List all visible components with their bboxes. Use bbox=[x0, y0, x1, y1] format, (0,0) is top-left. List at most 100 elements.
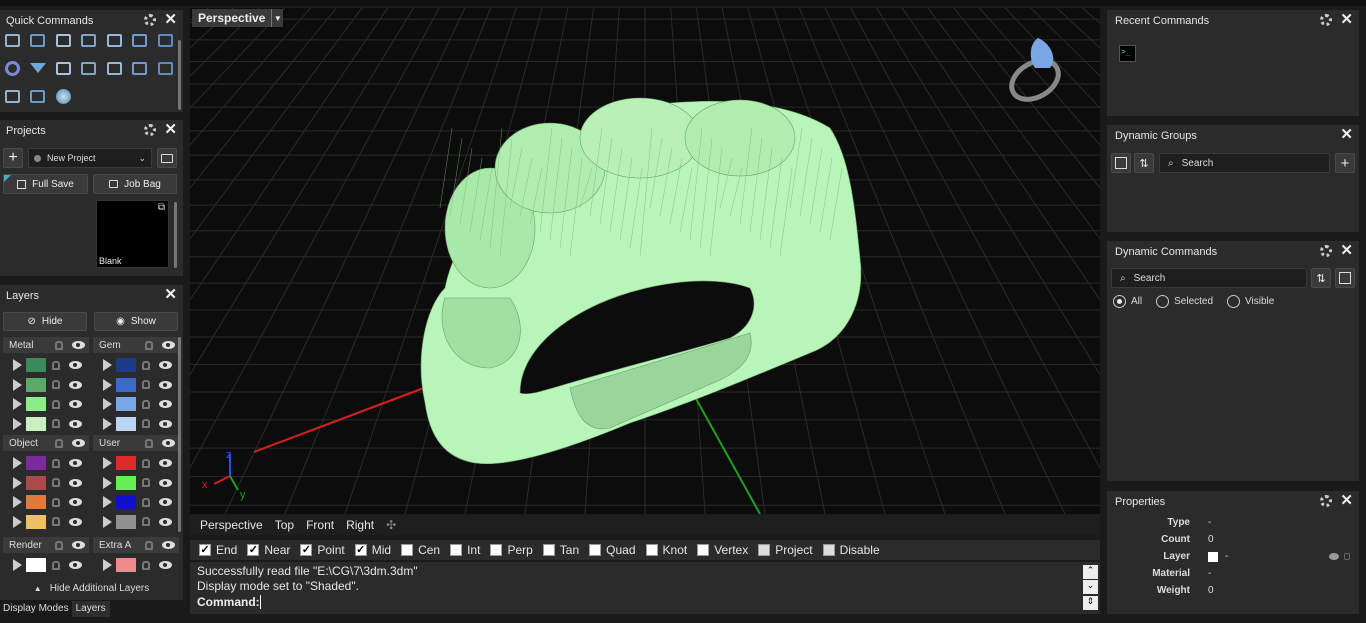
hide-layers-button[interactable]: ⊘ Hide bbox=[3, 312, 87, 331]
checkbox-icon[interactable] bbox=[401, 544, 414, 556]
eye-icon[interactable] bbox=[162, 541, 175, 549]
layer-row[interactable] bbox=[3, 356, 89, 374]
snap-perp[interactable]: Perp bbox=[490, 543, 533, 557]
prong-icon[interactable] bbox=[155, 58, 175, 78]
curve-icon[interactable] bbox=[79, 58, 99, 78]
eye-icon[interactable] bbox=[72, 541, 85, 549]
expand-arrow-icon[interactable] bbox=[103, 496, 112, 508]
command-console[interactable]: Successfully read file "E:\CG\7\3dm.3dm"… bbox=[190, 562, 1100, 614]
lock-icon[interactable] bbox=[52, 399, 60, 409]
lock-icon[interactable] bbox=[52, 517, 60, 526]
add-group-button[interactable]: + bbox=[1335, 153, 1355, 173]
eye-icon[interactable] bbox=[69, 498, 82, 506]
layer-row[interactable] bbox=[93, 513, 179, 531]
expand-arrow-icon[interactable] bbox=[13, 559, 22, 571]
expand-arrow-icon[interactable] bbox=[13, 378, 22, 391]
lock-icon[interactable] bbox=[52, 478, 60, 487]
ring-icon[interactable] bbox=[2, 58, 22, 78]
layer-row[interactable] bbox=[93, 454, 179, 472]
filter-all[interactable]: All bbox=[1113, 295, 1142, 308]
spray-icon[interactable] bbox=[53, 58, 73, 78]
eye-icon[interactable] bbox=[69, 361, 82, 369]
eye-icon[interactable] bbox=[1329, 553, 1339, 560]
layer-color-swatch[interactable] bbox=[116, 495, 136, 509]
lock-icon[interactable] bbox=[52, 360, 60, 370]
sort-button[interactable]: ⇅ bbox=[1134, 153, 1154, 173]
layer-group-header[interactable]: Render bbox=[3, 537, 89, 553]
layer-row[interactable] bbox=[93, 356, 179, 374]
eye-icon[interactable] bbox=[159, 517, 172, 526]
expand-arrow-icon[interactable] bbox=[103, 417, 112, 430]
snap-disable[interactable]: Disable bbox=[822, 543, 880, 557]
close-icon[interactable]: ✕ bbox=[1340, 127, 1353, 142]
layer-color-swatch[interactable] bbox=[26, 377, 46, 392]
lock-icon[interactable] bbox=[52, 497, 60, 507]
gear-icon[interactable] bbox=[144, 124, 157, 136]
layer-row[interactable] bbox=[93, 556, 179, 574]
full-save-button[interactable]: Full Save bbox=[3, 174, 88, 194]
lock-icon[interactable] bbox=[145, 540, 153, 550]
expand-button[interactable]: ⇕ bbox=[1083, 596, 1098, 610]
checkbox-icon[interactable] bbox=[822, 544, 835, 556]
eye-icon[interactable] bbox=[69, 400, 82, 408]
tab-right[interactable]: Right bbox=[340, 518, 380, 532]
bead-icon[interactable] bbox=[130, 58, 150, 78]
snap-mid[interactable]: ✓ Mid bbox=[354, 543, 391, 557]
gem-icon[interactable] bbox=[28, 58, 48, 78]
layer-row[interactable] bbox=[3, 513, 89, 531]
checkbox-icon[interactable]: ✓ bbox=[300, 544, 313, 556]
gear-icon[interactable] bbox=[144, 14, 157, 26]
eye-icon[interactable] bbox=[162, 341, 175, 349]
layer-group-header[interactable]: Metal bbox=[3, 337, 89, 353]
dynamic-groups-search-input[interactable]: ⌕ Search bbox=[1159, 153, 1330, 173]
layer-group-header[interactable]: Extra A bbox=[93, 537, 179, 553]
add-viewport-icon[interactable]: ✣ bbox=[380, 518, 402, 532]
eye-icon[interactable] bbox=[69, 561, 82, 569]
layer-row[interactable] bbox=[3, 454, 89, 472]
layer-row[interactable] bbox=[93, 376, 179, 394]
eye-icon[interactable] bbox=[69, 517, 82, 526]
scrollbar[interactable] bbox=[174, 202, 177, 268]
lock-icon[interactable] bbox=[1344, 553, 1350, 560]
gear-icon[interactable] bbox=[1320, 245, 1333, 257]
expand-arrow-icon[interactable] bbox=[103, 378, 112, 391]
cutter-icon[interactable] bbox=[104, 58, 124, 78]
eye-icon[interactable] bbox=[69, 419, 82, 428]
snap-int[interactable]: Int bbox=[450, 543, 480, 557]
close-icon[interactable]: ✕ bbox=[1340, 243, 1353, 258]
expand-arrow-icon[interactable] bbox=[13, 398, 22, 410]
eye-icon[interactable] bbox=[69, 478, 82, 487]
tab-front[interactable]: Front bbox=[300, 518, 340, 532]
layer-row[interactable] bbox=[3, 556, 89, 574]
layer-color-swatch[interactable] bbox=[26, 558, 46, 572]
eye-icon[interactable] bbox=[69, 459, 82, 467]
layer-color-swatch[interactable] bbox=[26, 416, 46, 431]
close-icon[interactable]: ✕ bbox=[164, 287, 177, 302]
scroll-up-button[interactable]: ⌃ bbox=[1083, 565, 1098, 579]
eye-icon[interactable] bbox=[159, 400, 172, 408]
eye-icon[interactable] bbox=[72, 341, 85, 349]
lock-icon[interactable] bbox=[52, 458, 60, 468]
tab-layers[interactable]: Layers bbox=[71, 601, 110, 617]
lock-icon[interactable] bbox=[52, 419, 60, 428]
viewport[interactable]: z x y Perspective ▼ bbox=[190, 8, 1100, 514]
checkbox-icon[interactable]: ✓ bbox=[247, 544, 260, 556]
layer-color-swatch[interactable] bbox=[116, 558, 136, 572]
scrollbar[interactable] bbox=[178, 337, 181, 532]
command-input-cursor[interactable] bbox=[260, 595, 261, 609]
snap-near[interactable]: ✓ Near bbox=[247, 543, 290, 557]
layer-row[interactable] bbox=[93, 395, 179, 413]
eye-icon[interactable] bbox=[159, 561, 172, 569]
calculator-button[interactable] bbox=[1335, 268, 1355, 288]
eye-icon[interactable] bbox=[162, 439, 175, 447]
layer-color-swatch[interactable] bbox=[26, 456, 46, 470]
lock-icon[interactable] bbox=[55, 540, 63, 550]
layer-row[interactable] bbox=[3, 493, 89, 511]
filter-selected[interactable]: Selected bbox=[1156, 295, 1213, 308]
sort-button[interactable]: ⇅ bbox=[1311, 268, 1331, 288]
layer-group-header[interactable]: Gem bbox=[93, 337, 179, 353]
lock-icon[interactable] bbox=[142, 360, 150, 370]
scale-icon[interactable] bbox=[104, 30, 124, 50]
terminal-icon[interactable]: >_ bbox=[1119, 45, 1136, 62]
lock-icon[interactable] bbox=[142, 419, 150, 428]
